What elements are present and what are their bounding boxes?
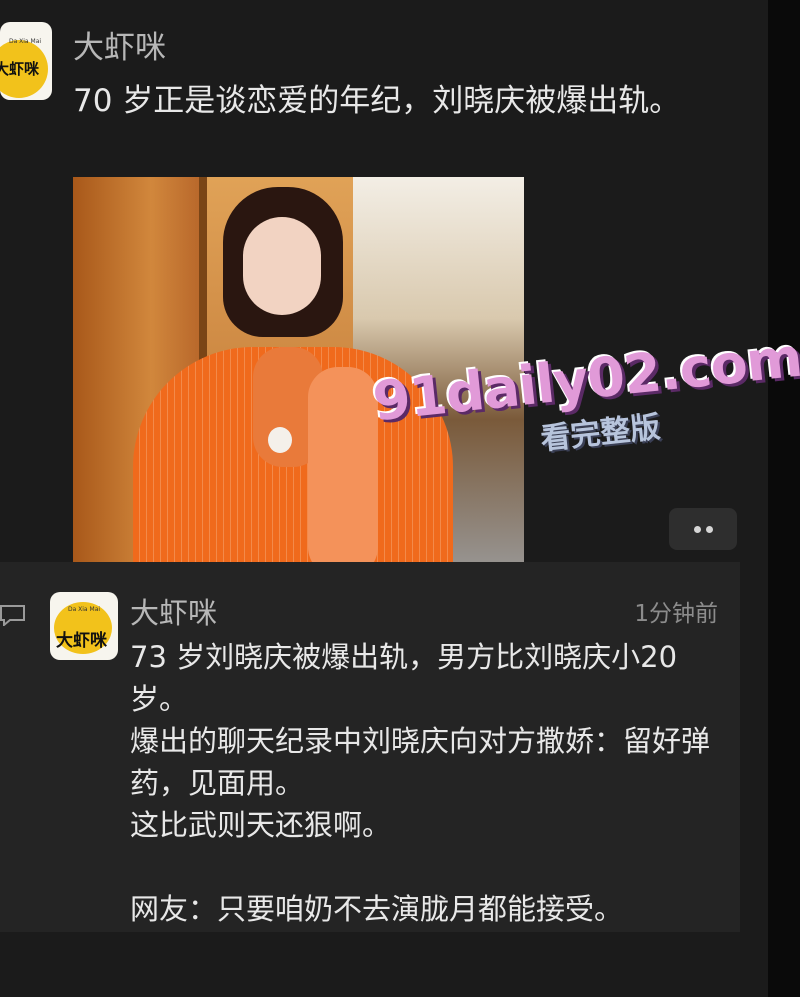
edge-band (768, 0, 800, 997)
logo-english: Da Xia Mai (8, 38, 42, 45)
ellipsis-icon (706, 526, 713, 533)
post-text: 70 岁正是谈恋爱的年纪，刘晓庆被爆出轨。 (73, 83, 681, 119)
comment-avatar[interactable]: Da Xia Mai 大虾咪 (50, 592, 118, 660)
logo-chinese: 大虾咪 (0, 60, 40, 78)
comment-timestamp: 1分钟前 (634, 601, 718, 627)
photo-face (243, 217, 321, 315)
photo-ruffle (308, 367, 378, 577)
ellipsis-icon (694, 526, 701, 533)
logo-chinese: 大虾咪 (56, 631, 107, 651)
logo-english: Da Xia Mai (67, 606, 101, 613)
comment-line: 这比武则天还狠啊。 (130, 808, 392, 842)
photo-pendant (268, 427, 292, 453)
comment-body: 73 岁刘晓庆被爆出轨，男方比刘晓庆小20 岁。 爆出的聊天纪录中刘晓庆向对方撒… (130, 636, 730, 930)
comment-line: 73 岁刘晓庆被爆出轨，男方比刘晓庆小20 岁。 (130, 640, 678, 716)
post-author-name[interactable]: 大虾咪 (73, 22, 166, 67)
comment-icon[interactable] (0, 604, 26, 626)
comment-line: 网友：只要咱奶不去演胧月都能接受。 (130, 892, 624, 926)
post-avatar[interactable]: Da Xia Mai 大虾咪 (0, 22, 52, 100)
more-button[interactable] (669, 508, 737, 550)
comment-line: 爆出的聊天纪录中刘晓庆向对方撒娇：留好弹药，见面用。 (130, 724, 711, 800)
comment-blank-line (130, 846, 730, 888)
comment-author-name[interactable]: 大虾咪 (130, 590, 217, 632)
